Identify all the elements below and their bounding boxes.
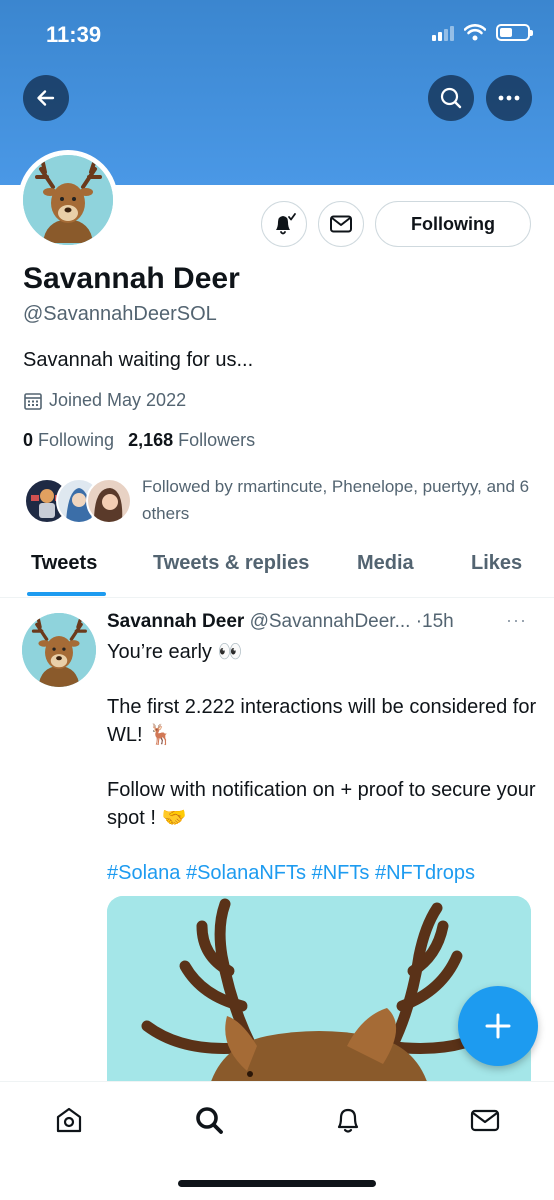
tweet-text: You’re early 👀 The first 2.222 interacti… (107, 638, 537, 887)
hashtag-link[interactable]: #NFTs (312, 862, 370, 884)
home-indicator (178, 1180, 376, 1187)
compose-tweet-button[interactable] (458, 986, 538, 1066)
mail-icon (330, 215, 352, 233)
tweet-author-avatar[interactable] (22, 613, 96, 687)
search-icon (440, 87, 462, 109)
profile-handle: @SavannahDeerSOL (23, 303, 217, 325)
mail-icon (470, 1109, 500, 1132)
more-horizontal-icon (498, 95, 520, 101)
tweet-hashtags: #Solana #SolanaNFTs #NFTs #NFTdrops (107, 859, 537, 887)
tweet-more-button[interactable]: ··· (506, 610, 527, 631)
follow-counts: 0 Following 2,168 Followers (23, 430, 255, 451)
search-icon (196, 1107, 223, 1134)
profile-tabs: Tweets Tweets & replies Media Likes (0, 540, 554, 598)
followed-by-avatars[interactable] (24, 478, 134, 526)
profile-avatar[interactable] (18, 150, 118, 250)
back-button[interactable] (23, 75, 69, 121)
active-tab-indicator (27, 592, 106, 596)
tab-tweets[interactable]: Tweets (31, 552, 97, 575)
tweet-line: The first 2.222 interactions will be con… (107, 696, 537, 746)
tab-tweets-and-replies[interactable]: Tweets & replies (153, 552, 309, 575)
plus-icon (485, 1013, 511, 1039)
deer-illustration (107, 896, 531, 1096)
notifications-toggle-button[interactable] (261, 201, 307, 247)
tab-likes[interactable]: Likes (471, 552, 522, 575)
tweet-header: Savannah Deer @SavannahDeer... ·15h (107, 611, 497, 633)
nav-messages[interactable] (465, 1100, 505, 1140)
profile-bio: Savannah waiting for us... (23, 349, 254, 371)
tweet-author-name[interactable]: Savannah Deer (107, 611, 244, 632)
status-icons (432, 24, 533, 41)
tweet-author-handle[interactable]: @SavannahDeer... (250, 611, 411, 632)
joined-date: Joined May 2022 (23, 390, 186, 411)
hashtag-link[interactable]: #Solana (107, 862, 180, 884)
deer-avatar-image (23, 155, 113, 245)
tweet-line: Follow with notification on + proof to s… (107, 779, 536, 829)
arrow-left-icon (37, 90, 55, 106)
following-button[interactable]: Following (375, 201, 531, 247)
bell-check-icon (276, 213, 296, 235)
bell-icon (337, 1108, 359, 1133)
tweet-line: You’re early 👀 (107, 641, 243, 663)
hashtag-link[interactable]: #NFTdrops (375, 862, 475, 884)
battery-icon (496, 24, 533, 41)
status-time: 11:39 (46, 22, 102, 47)
tweet-media-image[interactable] (107, 896, 531, 1096)
hashtag-link[interactable]: #SolanaNFTs (186, 862, 306, 884)
tweet-time[interactable]: 15h (422, 611, 454, 632)
calendar-icon (24, 392, 42, 410)
wifi-icon (464, 24, 486, 41)
profile-name: Savannah Deer (23, 262, 240, 295)
more-options-button[interactable] (486, 75, 532, 121)
following-count-link[interactable]: 0 Following (23, 430, 114, 451)
deer-avatar-image (22, 613, 96, 687)
nav-search[interactable] (189, 1100, 229, 1140)
nav-notifications[interactable] (328, 1100, 368, 1140)
followed-by-text[interactable]: Followed by rmartincute, Phenelope, puer… (142, 473, 532, 527)
nav-home[interactable] (49, 1100, 89, 1140)
home-icon (56, 1107, 82, 1133)
follower-avatar (86, 478, 132, 524)
search-button[interactable] (428, 75, 474, 121)
cellular-signal-icon (432, 25, 454, 41)
followers-count-link[interactable]: 2,168 Followers (128, 430, 255, 451)
tab-media[interactable]: Media (357, 552, 414, 575)
joined-text: Joined May 2022 (49, 390, 187, 410)
message-button[interactable] (318, 201, 364, 247)
